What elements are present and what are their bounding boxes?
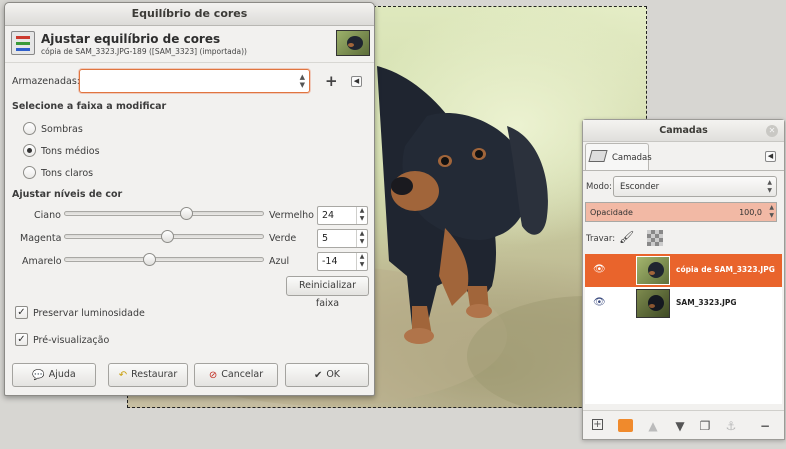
stored-label: Armazenadas: [12, 76, 80, 87]
color-balance-icon [11, 31, 35, 55]
magenta-green-slider-handle[interactable] [161, 230, 174, 243]
spin-arrows-icon[interactable]: ▲ ▼ [356, 207, 367, 224]
cyan-red-slider[interactable] [64, 211, 264, 216]
color-balance-dialog: Equilíbrio de cores Ajustar equilíbrio d… [4, 2, 375, 396]
combo-arrows-icon: ▲ ▼ [767, 179, 772, 194]
anchor-layer-icon[interactable]: ⚓ [724, 419, 738, 433]
mode-label: Modo: [586, 182, 612, 192]
layer-mode-value: Esconder [620, 182, 660, 192]
tab-layers-label: Camadas [612, 153, 652, 163]
preserve-luminosity-label[interactable]: Preservar luminosidade [33, 308, 145, 319]
stored-settings-combo[interactable]: ▲ ▼ [79, 69, 310, 93]
add-preset-button[interactable]: + [325, 73, 338, 89]
ok-icon: ✔ [313, 370, 323, 381]
layer-row-copy[interactable]: 👁 cópia de SAM_3323.JPG [585, 254, 782, 287]
magenta-green-spinbutton[interactable]: 5 ▲ ▼ [317, 229, 368, 248]
ok-button-label: OK [326, 369, 341, 380]
layer-thumbnail [636, 256, 670, 285]
close-icon[interactable]: ✕ [766, 125, 778, 137]
layers-dock-title: Camadas [659, 125, 708, 136]
reset-range-label: Reinicializar faixa [299, 280, 356, 309]
combo-arrows-icon: ▲ ▼ [299, 73, 305, 89]
restore-button[interactable]: ↶ Restaurar [108, 363, 188, 387]
range-section-title: Selecione a faixa a modificar [12, 101, 167, 112]
visibility-eye-icon[interactable]: 👁 [593, 297, 606, 308]
opacity-value: 100,0 [739, 208, 762, 217]
dialog-header-title: Ajustar equilíbrio de cores [41, 32, 221, 46]
red-label: Vermelho [269, 210, 314, 221]
ok-button[interactable]: ✔ OK [285, 363, 369, 387]
radio-midtones-label[interactable]: Tons médios [41, 146, 100, 157]
preset-menu-button[interactable]: ◀ [351, 76, 362, 87]
dialog-header-subtitle: cópia de SAM_3323.JPG-189 ([SAM_3323] (i… [41, 47, 247, 56]
duplicate-layer-icon[interactable]: ❐ [698, 419, 712, 433]
cyan-label: Ciano [34, 210, 61, 221]
reset-range-button[interactable]: Reinicializar faixa [286, 276, 369, 309]
cyan-red-slider-handle[interactable] [180, 207, 193, 220]
radio-highlights-label[interactable]: Tons claros [41, 168, 93, 179]
layer-mode-combo[interactable]: Esconder ▲ ▼ [613, 176, 777, 197]
spin-arrows-icon[interactable]: ▲ ▼ [769, 204, 774, 220]
dialog-titlebar[interactable]: Equilíbrio de cores [5, 3, 374, 26]
blue-label: Azul [269, 256, 290, 267]
green-label: Verde [269, 233, 297, 244]
yellow-blue-slider-handle[interactable] [143, 253, 156, 266]
restore-icon: ↶ [118, 370, 128, 381]
yellow-blue-value: -14 [322, 256, 338, 267]
tab-layers[interactable]: Camadas [585, 143, 652, 170]
radio-shadows[interactable] [23, 122, 36, 135]
restore-button-label: Restaurar [131, 369, 178, 380]
help-button-label: Ajuda [48, 369, 76, 380]
preview-label[interactable]: Pré-visualização [33, 335, 109, 346]
radio-shadows-label[interactable]: Sombras [41, 124, 83, 135]
new-layer-group-icon[interactable] [618, 419, 633, 432]
dialog-header: Ajustar equilíbrio de cores cópia de SAM… [5, 27, 374, 63]
radio-midtones[interactable] [23, 144, 36, 157]
cyan-red-value: 24 [322, 210, 335, 221]
magenta-green-value: 5 [322, 233, 329, 244]
cancel-button-label: Cancelar [221, 369, 264, 380]
magenta-label: Magenta [20, 233, 62, 244]
layers-icon [588, 150, 608, 162]
image-thumbnail [336, 30, 370, 56]
layer-thumbnail [636, 289, 670, 318]
spin-arrows-icon[interactable]: ▲ ▼ [356, 230, 367, 247]
layer-name[interactable]: cópia de SAM_3323.JPG [676, 265, 775, 274]
preserve-luminosity-checkbox[interactable]: ✓ [15, 306, 28, 319]
visibility-eye-icon[interactable]: 👁 [593, 264, 606, 275]
layers-dock-titlebar[interactable]: Camadas ✕ [583, 120, 784, 142]
opacity-label: Opacidade [590, 208, 633, 217]
cancel-icon: ⊘ [208, 370, 218, 381]
lock-pixels-brush-icon[interactable]: 🖌 [619, 230, 634, 244]
spin-arrows-icon[interactable]: ▲ ▼ [356, 253, 367, 270]
opacity-slider[interactable]: Opacidade 100,0 ▲ ▼ [585, 202, 777, 222]
dock-divider [583, 170, 784, 171]
preview-checkbox[interactable]: ✓ [15, 333, 28, 346]
layer-name[interactable]: SAM_3323.JPG [676, 298, 737, 307]
cyan-red-spinbutton[interactable]: 24 ▲ ▼ [317, 206, 368, 225]
levels-section-title: Ajustar níveis de cor [12, 189, 123, 200]
yellow-label: Amarelo [22, 256, 62, 267]
layers-list: 👁 cópia de SAM_3323.JPG 👁 SAM_3323.JPG [585, 254, 782, 404]
layers-dock: Camadas ✕ Camadas ◀ Modo: Esconder ▲ ▼ Op… [582, 119, 785, 440]
layer-row-original[interactable]: 👁 SAM_3323.JPG [585, 287, 782, 320]
help-button[interactable]: 💬 Ajuda [12, 363, 96, 387]
dock-menu-button[interactable]: ◀ [765, 151, 776, 162]
raise-layer-icon[interactable]: ▲ [646, 419, 660, 433]
lock-label: Travar: [586, 234, 616, 244]
lower-layer-icon[interactable]: ▼ [673, 419, 687, 433]
dialog-window-title: Equilíbrio de cores [131, 7, 248, 20]
yellow-blue-slider[interactable] [64, 257, 264, 262]
radio-highlights[interactable] [23, 166, 36, 179]
help-icon: 💬 [32, 370, 45, 381]
cancel-button[interactable]: ⊘ Cancelar [194, 363, 278, 387]
yellow-blue-spinbutton[interactable]: -14 ▲ ▼ [317, 252, 368, 271]
new-layer-icon[interactable]: + [592, 419, 603, 430]
lock-alpha-icon[interactable] [647, 230, 663, 246]
layers-toolbar: + ▲ ▼ ❐ ⚓ − [583, 410, 784, 440]
delete-layer-icon[interactable]: − [758, 419, 772, 433]
